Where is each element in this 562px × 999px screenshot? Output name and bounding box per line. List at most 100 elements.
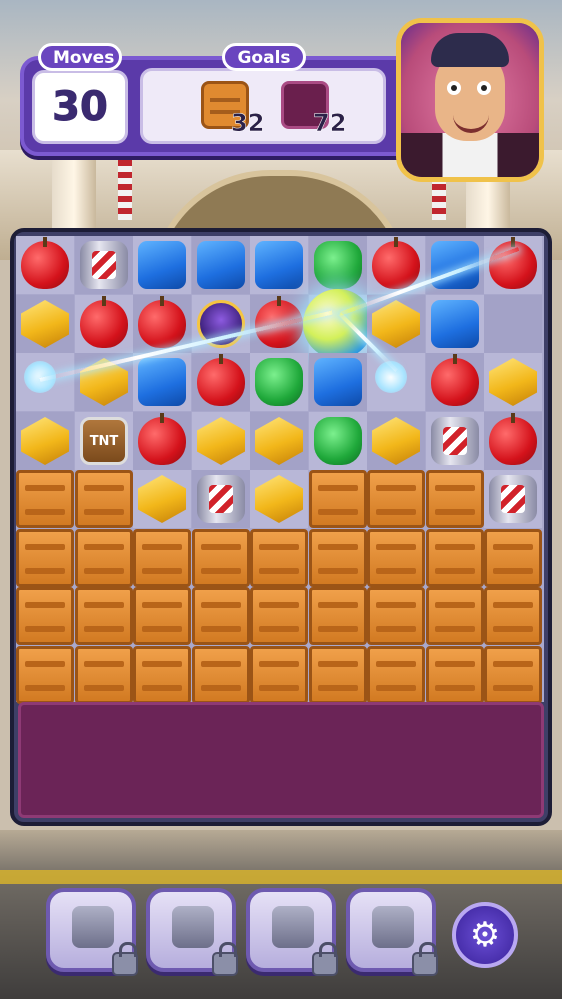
avatar-eye xyxy=(447,81,461,95)
board-cell[interactable] xyxy=(367,295,425,353)
apple-piece xyxy=(80,296,128,348)
crate-tile[interactable] xyxy=(484,587,542,645)
settings-button[interactable]: ⚙ xyxy=(452,902,518,968)
board-cell[interactable] xyxy=(484,236,542,294)
crate-tile[interactable] xyxy=(133,529,191,587)
anvil-booster[interactable] xyxy=(346,888,438,976)
moves-counter: 30 xyxy=(32,70,128,144)
board-cell[interactable] xyxy=(250,353,308,411)
cube-piece xyxy=(431,300,479,348)
crate-tile[interactable] xyxy=(192,587,250,645)
pot-piece xyxy=(314,417,362,465)
cube-piece xyxy=(138,358,186,406)
cube-piece xyxy=(255,241,303,289)
cube-piece xyxy=(314,358,362,406)
crate-tile[interactable] xyxy=(367,470,425,528)
crate-tile[interactable] xyxy=(16,470,74,528)
crate-tile[interactable] xyxy=(426,646,484,704)
character-avatar[interactable] xyxy=(396,18,544,182)
crate-tile[interactable] xyxy=(75,587,133,645)
crate-tile[interactable] xyxy=(133,646,191,704)
board-cell[interactable] xyxy=(133,236,191,294)
board-cell[interactable] xyxy=(75,236,133,294)
street-stripe xyxy=(0,870,562,884)
gem-piece xyxy=(372,300,420,348)
lock-icon xyxy=(112,942,138,976)
crate-tile[interactable] xyxy=(75,470,133,528)
goals-label: Goals xyxy=(222,43,306,71)
crate-tile[interactable] xyxy=(484,529,542,587)
crate-tile[interactable] xyxy=(133,587,191,645)
crate-tile[interactable] xyxy=(426,529,484,587)
flag xyxy=(118,160,132,220)
apple-piece xyxy=(21,237,69,289)
crate-tile[interactable] xyxy=(250,646,308,704)
board-cell[interactable] xyxy=(484,412,542,470)
moves-value: 30 xyxy=(52,84,109,131)
board-cell[interactable] xyxy=(16,412,74,470)
moves-label: Moves xyxy=(38,43,122,71)
board-cell[interactable] xyxy=(367,412,425,470)
board-cell[interactable] xyxy=(250,470,308,528)
crate-tile[interactable] xyxy=(75,529,133,587)
crate-tile[interactable] xyxy=(309,529,367,587)
goals-panel: 32 72 xyxy=(140,68,386,144)
crate-tile[interactable] xyxy=(309,646,367,704)
board-cell[interactable] xyxy=(484,353,542,411)
crate-tile[interactable] xyxy=(367,529,425,587)
crate-tile[interactable] xyxy=(16,587,74,645)
board-cell[interactable] xyxy=(192,470,250,528)
board-cell[interactable] xyxy=(133,412,191,470)
gem-piece xyxy=(197,417,245,465)
hammer-booster[interactable] xyxy=(46,888,138,976)
crate-tile[interactable] xyxy=(309,470,367,528)
cube-piece xyxy=(197,241,245,289)
gem-piece xyxy=(489,358,537,406)
board-cell[interactable] xyxy=(309,412,367,470)
apple-piece xyxy=(197,354,245,406)
glove-icon xyxy=(172,906,214,948)
board-cell[interactable] xyxy=(250,236,308,294)
crate-tile[interactable] xyxy=(426,470,484,528)
barrel-piece xyxy=(489,475,537,523)
board-cell[interactable] xyxy=(75,295,133,353)
board-cell[interactable] xyxy=(16,295,74,353)
board-cell[interactable]: TNT xyxy=(75,412,133,470)
board-cell[interactable] xyxy=(309,236,367,294)
crate-tile[interactable] xyxy=(250,587,308,645)
board-cell[interactable] xyxy=(426,412,484,470)
board-cell[interactable] xyxy=(192,236,250,294)
crate-tile[interactable] xyxy=(16,529,74,587)
crate-tile[interactable] xyxy=(367,587,425,645)
board-cell[interactable] xyxy=(250,412,308,470)
pot-piece xyxy=(314,241,362,289)
crate-tile[interactable] xyxy=(367,646,425,704)
gem-piece xyxy=(21,417,69,465)
apple-piece xyxy=(138,296,186,348)
board-cell[interactable] xyxy=(367,353,425,411)
board-cell[interactable] xyxy=(133,353,191,411)
crate-tile[interactable] xyxy=(16,646,74,704)
board-cell[interactable] xyxy=(426,353,484,411)
board-cell[interactable] xyxy=(16,353,74,411)
crate-tile[interactable] xyxy=(426,587,484,645)
board-cell[interactable] xyxy=(309,353,367,411)
crate-tile[interactable] xyxy=(484,646,542,704)
board-cell[interactable] xyxy=(133,470,191,528)
board-cell[interactable] xyxy=(16,236,74,294)
crate-tile[interactable] xyxy=(192,529,250,587)
crate-tile[interactable] xyxy=(192,646,250,704)
crate-tile[interactable] xyxy=(75,646,133,704)
cannon-booster[interactable] xyxy=(246,888,338,976)
board-cell[interactable] xyxy=(192,412,250,470)
board-cell[interactable] xyxy=(426,295,484,353)
board-cell[interactable] xyxy=(484,470,542,528)
crate-tile[interactable] xyxy=(250,529,308,587)
purple-tile-goal-count: 72 xyxy=(313,109,347,138)
glove-booster[interactable] xyxy=(146,888,238,976)
purple-goal-area xyxy=(18,702,544,818)
board-cell[interactable] xyxy=(484,295,542,353)
board-cell[interactable] xyxy=(303,289,373,359)
crate-tile[interactable] xyxy=(309,587,367,645)
board-cell[interactable] xyxy=(192,353,250,411)
